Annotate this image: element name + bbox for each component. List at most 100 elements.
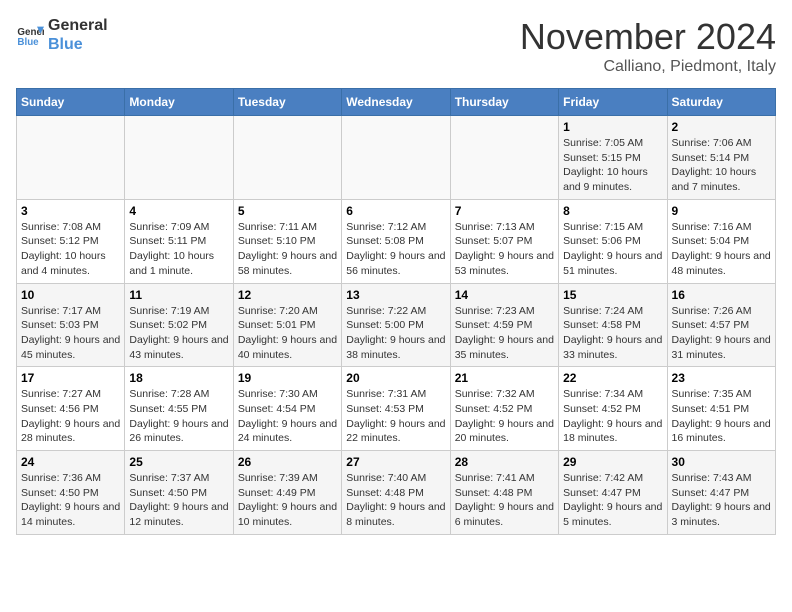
calendar-cell: 15 Sunrise: 7:24 AM Sunset: 4:58 PM Dayli… bbox=[559, 283, 667, 367]
logo-text-blue: Blue bbox=[48, 35, 108, 54]
calendar-cell: 16 Sunrise: 7:26 AM Sunset: 4:57 PM Dayli… bbox=[667, 283, 775, 367]
day-info: Sunrise: 7:31 AM Sunset: 4:53 PM Dayligh… bbox=[346, 387, 445, 446]
day-number: 3 bbox=[21, 204, 120, 218]
day-info: Sunrise: 7:37 AM Sunset: 4:50 PM Dayligh… bbox=[129, 471, 228, 530]
week-row-2: 3Sunrise: 7:08 AM Sunset: 5:12 PM Daylig… bbox=[17, 199, 776, 283]
day-number: 16 bbox=[672, 288, 771, 302]
day-info: Sunrise: 7:28 AM Sunset: 4:55 PM Dayligh… bbox=[129, 387, 228, 446]
day-number: 10 bbox=[21, 288, 120, 302]
day-number: 4 bbox=[129, 204, 228, 218]
calendar-cell: 28 Sunrise: 7:41 AM Sunset: 4:48 PM Dayli… bbox=[450, 451, 558, 535]
day-number: 7 bbox=[455, 204, 554, 218]
logo-text-general: General bbox=[48, 16, 108, 35]
day-info: Sunrise: 7:30 AM Sunset: 4:54 PM Dayligh… bbox=[238, 387, 337, 446]
calendar-cell: 20Sunrise: 7:31 AM Sunset: 4:53 PM Dayli… bbox=[342, 367, 450, 451]
calendar-cell bbox=[450, 116, 558, 200]
weekday-header-wednesday: Wednesday bbox=[342, 89, 450, 116]
logo-icon: General Blue bbox=[16, 21, 44, 49]
weekday-header-thursday: Thursday bbox=[450, 89, 558, 116]
weekday-header-friday: Friday bbox=[559, 89, 667, 116]
day-number: 2 bbox=[672, 120, 771, 134]
calendar-cell: 11Sunrise: 7:19 AM Sunset: 5:02 PM Dayli… bbox=[125, 283, 233, 367]
calendar-table: SundayMondayTuesdayWednesdayThursdayFrid… bbox=[16, 88, 776, 535]
day-info: Sunrise: 7:11 AM Sunset: 5:10 PM Dayligh… bbox=[238, 220, 337, 279]
calendar-cell: 24Sunrise: 7:36 AM Sunset: 4:50 PM Dayli… bbox=[17, 451, 125, 535]
day-number: 24 bbox=[21, 455, 120, 469]
day-number: 29 bbox=[563, 455, 662, 469]
day-info: Sunrise: 7:40 AM Sunset: 4:48 PM Dayligh… bbox=[346, 471, 445, 530]
calendar-cell bbox=[342, 116, 450, 200]
calendar-body: 1 Sunrise: 7:05 AM Sunset: 5:15 PM Daylig… bbox=[17, 116, 776, 535]
day-info: Sunrise: 7:12 AM Sunset: 5:08 PM Dayligh… bbox=[346, 220, 445, 279]
weekday-header-tuesday: Tuesday bbox=[233, 89, 341, 116]
day-info: Sunrise: 7:23 AM Sunset: 4:59 PM Dayligh… bbox=[455, 304, 554, 363]
calendar-cell: 3Sunrise: 7:08 AM Sunset: 5:12 PM Daylig… bbox=[17, 199, 125, 283]
day-number: 25 bbox=[129, 455, 228, 469]
title-area: November 2024 Calliano, Piedmont, Italy bbox=[520, 16, 776, 76]
calendar-cell bbox=[233, 116, 341, 200]
day-number: 15 bbox=[563, 288, 662, 302]
day-info: Sunrise: 7:17 AM Sunset: 5:03 PM Dayligh… bbox=[21, 304, 120, 363]
week-row-1: 1 Sunrise: 7:05 AM Sunset: 5:15 PM Daylig… bbox=[17, 116, 776, 200]
day-info: Sunrise: 7:15 AM Sunset: 5:06 PM Dayligh… bbox=[563, 220, 662, 279]
day-info: Sunrise: 7:24 AM Sunset: 4:58 PM Dayligh… bbox=[563, 304, 662, 363]
day-number: 12 bbox=[238, 288, 337, 302]
week-row-5: 24Sunrise: 7:36 AM Sunset: 4:50 PM Dayli… bbox=[17, 451, 776, 535]
day-info: Sunrise: 7:26 AM Sunset: 4:57 PM Dayligh… bbox=[672, 304, 771, 363]
day-number: 26 bbox=[238, 455, 337, 469]
svg-text:Blue: Blue bbox=[17, 37, 39, 48]
day-number: 18 bbox=[129, 371, 228, 385]
day-info: Sunrise: 7:35 AM Sunset: 4:51 PM Dayligh… bbox=[672, 387, 771, 446]
calendar-cell: 8Sunrise: 7:15 AM Sunset: 5:06 PM Daylig… bbox=[559, 199, 667, 283]
calendar-cell bbox=[125, 116, 233, 200]
day-number: 19 bbox=[238, 371, 337, 385]
day-info: Sunrise: 7:20 AM Sunset: 5:01 PM Dayligh… bbox=[238, 304, 337, 363]
week-row-3: 10 Sunrise: 7:17 AM Sunset: 5:03 PM Dayli… bbox=[17, 283, 776, 367]
day-info: Sunrise: 7:09 AM Sunset: 5:11 PM Dayligh… bbox=[129, 220, 228, 279]
calendar-cell: 25 Sunrise: 7:37 AM Sunset: 4:50 PM Dayli… bbox=[125, 451, 233, 535]
calendar-cell: 19 Sunrise: 7:30 AM Sunset: 4:54 PM Dayli… bbox=[233, 367, 341, 451]
day-number: 13 bbox=[346, 288, 445, 302]
day-info: Sunrise: 7:39 AM Sunset: 4:49 PM Dayligh… bbox=[238, 471, 337, 530]
calendar-cell: 29 Sunrise: 7:42 AM Sunset: 4:47 PM Dayli… bbox=[559, 451, 667, 535]
day-number: 5 bbox=[238, 204, 337, 218]
day-number: 21 bbox=[455, 371, 554, 385]
calendar-cell: 17Sunrise: 7:27 AM Sunset: 4:56 PM Dayli… bbox=[17, 367, 125, 451]
calendar-cell: 6 Sunrise: 7:12 AM Sunset: 5:08 PM Daylig… bbox=[342, 199, 450, 283]
day-info: Sunrise: 7:13 AM Sunset: 5:07 PM Dayligh… bbox=[455, 220, 554, 279]
calendar-header: SundayMondayTuesdayWednesdayThursdayFrid… bbox=[17, 89, 776, 116]
calendar-cell: 14 Sunrise: 7:23 AM Sunset: 4:59 PM Dayli… bbox=[450, 283, 558, 367]
day-number: 14 bbox=[455, 288, 554, 302]
weekday-header-row: SundayMondayTuesdayWednesdayThursdayFrid… bbox=[17, 89, 776, 116]
day-number: 9 bbox=[672, 204, 771, 218]
week-row-4: 17Sunrise: 7:27 AM Sunset: 4:56 PM Dayli… bbox=[17, 367, 776, 451]
calendar-cell: 7 Sunrise: 7:13 AM Sunset: 5:07 PM Daylig… bbox=[450, 199, 558, 283]
weekday-header-monday: Monday bbox=[125, 89, 233, 116]
calendar-cell: 27 Sunrise: 7:40 AM Sunset: 4:48 PM Dayli… bbox=[342, 451, 450, 535]
calendar-cell: 21Sunrise: 7:32 AM Sunset: 4:52 PM Dayli… bbox=[450, 367, 558, 451]
page-header: General Blue General Blue November 2024 … bbox=[16, 16, 776, 76]
calendar-cell: 18 Sunrise: 7:28 AM Sunset: 4:55 PM Dayli… bbox=[125, 367, 233, 451]
day-info: Sunrise: 7:05 AM Sunset: 5:15 PM Dayligh… bbox=[563, 136, 662, 195]
day-number: 28 bbox=[455, 455, 554, 469]
day-info: Sunrise: 7:41 AM Sunset: 4:48 PM Dayligh… bbox=[455, 471, 554, 530]
day-number: 22 bbox=[563, 371, 662, 385]
day-number: 6 bbox=[346, 204, 445, 218]
day-number: 1 bbox=[563, 120, 662, 134]
calendar-cell: 4 Sunrise: 7:09 AM Sunset: 5:11 PM Daylig… bbox=[125, 199, 233, 283]
day-info: Sunrise: 7:42 AM Sunset: 4:47 PM Dayligh… bbox=[563, 471, 662, 530]
day-number: 11 bbox=[129, 288, 228, 302]
calendar-cell: 9Sunrise: 7:16 AM Sunset: 5:04 PM Daylig… bbox=[667, 199, 775, 283]
calendar-cell: 10 Sunrise: 7:17 AM Sunset: 5:03 PM Dayli… bbox=[17, 283, 125, 367]
weekday-header-saturday: Saturday bbox=[667, 89, 775, 116]
calendar-cell: 12 Sunrise: 7:20 AM Sunset: 5:01 PM Dayli… bbox=[233, 283, 341, 367]
day-info: Sunrise: 7:06 AM Sunset: 5:14 PM Dayligh… bbox=[672, 136, 771, 195]
day-number: 27 bbox=[346, 455, 445, 469]
calendar-cell: 5 Sunrise: 7:11 AM Sunset: 5:10 PM Daylig… bbox=[233, 199, 341, 283]
day-number: 23 bbox=[672, 371, 771, 385]
day-info: Sunrise: 7:43 AM Sunset: 4:47 PM Dayligh… bbox=[672, 471, 771, 530]
day-info: Sunrise: 7:22 AM Sunset: 5:00 PM Dayligh… bbox=[346, 304, 445, 363]
day-info: Sunrise: 7:27 AM Sunset: 4:56 PM Dayligh… bbox=[21, 387, 120, 446]
day-info: Sunrise: 7:34 AM Sunset: 4:52 PM Dayligh… bbox=[563, 387, 662, 446]
calendar-cell: 2 Sunrise: 7:06 AM Sunset: 5:14 PM Daylig… bbox=[667, 116, 775, 200]
